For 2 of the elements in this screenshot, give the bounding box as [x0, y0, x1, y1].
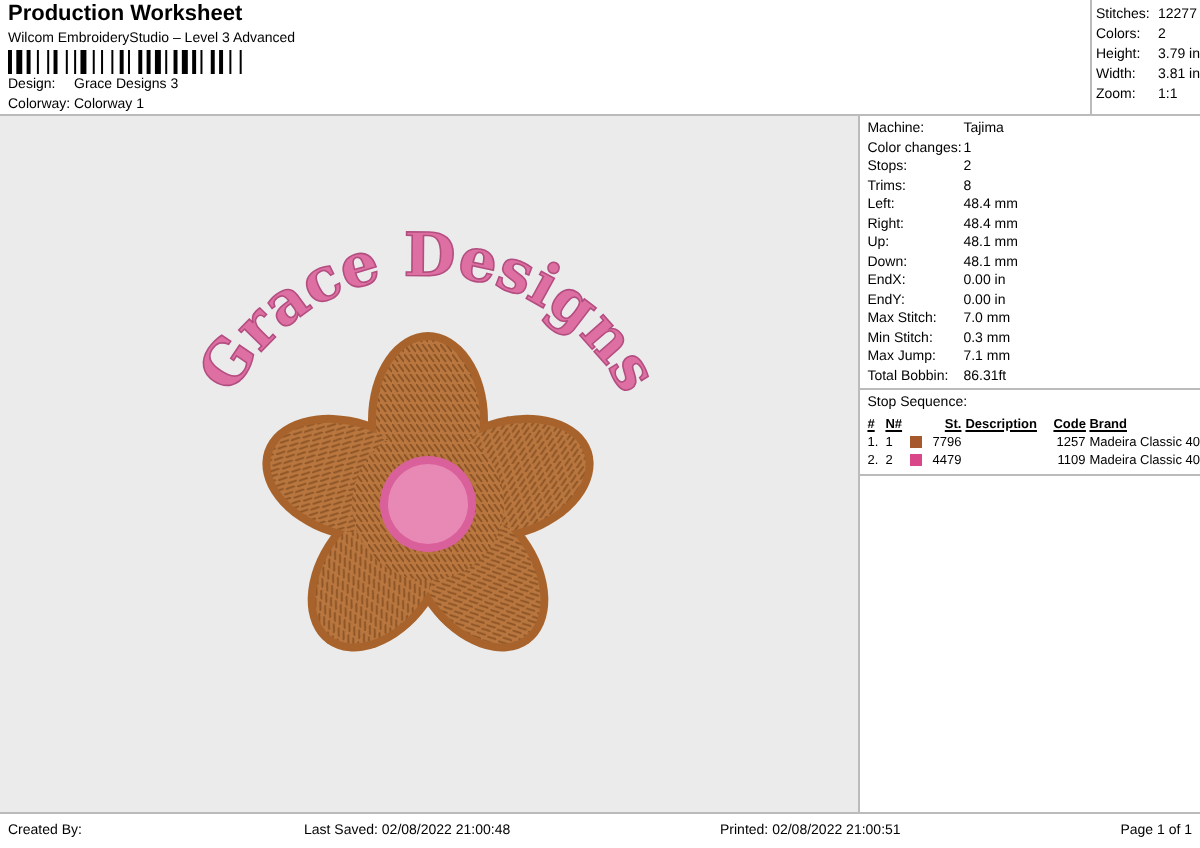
- worksheet-title: Production Worksheet: [8, 2, 245, 28]
- barcode-icon: [8, 50, 248, 74]
